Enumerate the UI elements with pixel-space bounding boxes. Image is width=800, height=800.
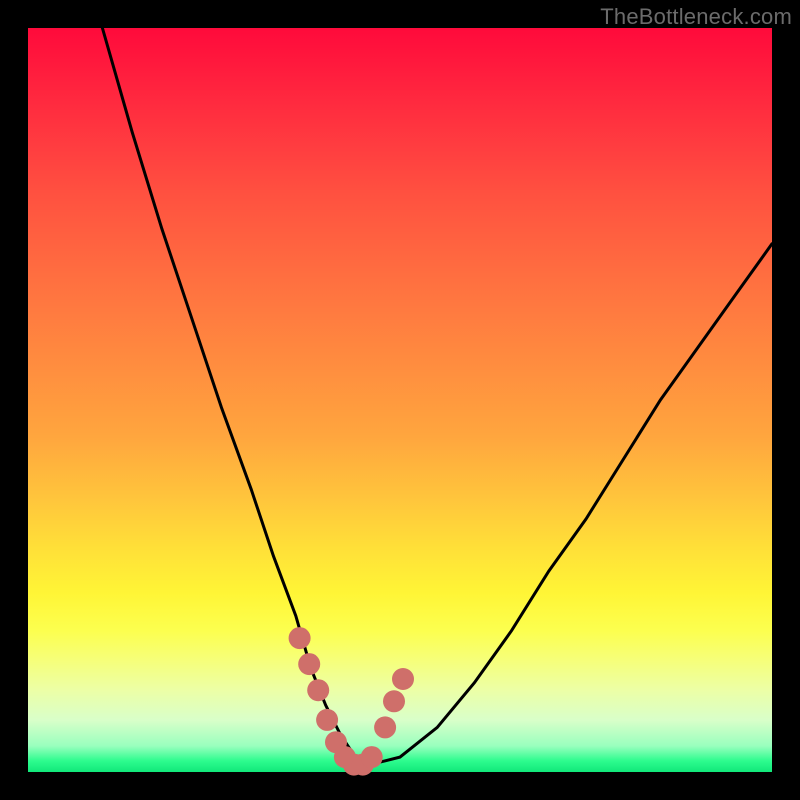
watermark-text: TheBottleneck.com <box>600 4 792 30</box>
highlight-dot <box>298 653 320 675</box>
plot-area <box>28 28 772 772</box>
highlight-dot <box>289 627 311 649</box>
highlight-dot <box>316 709 338 731</box>
highlight-dot <box>383 690 405 712</box>
highlight-dot <box>374 716 396 738</box>
chart-frame: TheBottleneck.com <box>0 0 800 800</box>
marker-group <box>289 627 414 776</box>
highlight-dot <box>361 746 383 768</box>
highlight-dot <box>392 668 414 690</box>
bottleneck-curve <box>102 28 772 765</box>
highlight-dot <box>307 679 329 701</box>
curve-layer <box>28 28 772 772</box>
